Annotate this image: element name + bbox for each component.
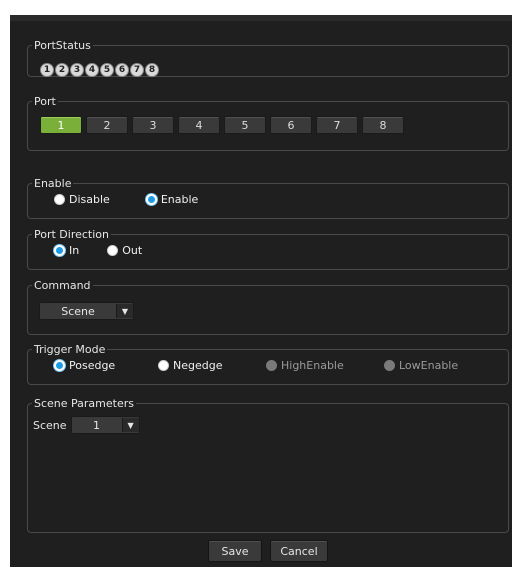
port-direction-option-out-label: Out	[122, 244, 143, 257]
trigger-mode-option-posedge[interactable]: Posedge	[54, 359, 158, 372]
port-button-2[interactable]: 2	[86, 116, 128, 134]
enable-options: Disable Enable	[54, 193, 198, 206]
save-button[interactable]: Save	[208, 540, 262, 562]
port-status-badges: 1 2 3 4 5 6 7 8	[40, 63, 159, 77]
port-direction-legend: Port Direction	[34, 228, 109, 241]
trigger-mode-option-negedge-label: Negedge	[173, 359, 223, 372]
command-select-box[interactable]: Scene ▼	[39, 302, 134, 320]
radio-unchecked-icon	[107, 245, 119, 256]
trigger-mode-group: Trigger Mode Posedge Negedge HighEnable …	[27, 343, 509, 385]
enable-option-enable[interactable]: Enable	[145, 193, 199, 206]
port-button-6[interactable]: 6	[270, 116, 312, 134]
port-status-badge-7: 7	[130, 63, 144, 77]
trigger-mode-option-posedge-label: Posedge	[69, 359, 116, 372]
port-status-badge-4: 4	[85, 63, 99, 77]
command-group: Command Scene ▼	[27, 279, 509, 335]
port-status-badge-6: 6	[115, 63, 129, 77]
command-legend: Command	[34, 279, 91, 292]
port-group: Port 1 2 3 4 5 6 7 8	[27, 95, 509, 151]
radio-checked-icon	[145, 194, 157, 205]
port-button-8[interactable]: 8	[362, 116, 404, 134]
scene-parameters-group: Scene Parameters Scene 1 ▼	[27, 397, 509, 533]
trigger-mode-option-lowenable: LowEnable	[384, 359, 458, 372]
port-button-1[interactable]: 1	[40, 116, 82, 134]
radio-unchecked-icon	[54, 194, 65, 205]
port-direction-group: Port Direction In Out	[27, 228, 509, 270]
port-direction-option-in[interactable]: In	[54, 244, 79, 257]
port-button-3[interactable]: 3	[132, 116, 174, 134]
radio-disabled-icon	[384, 360, 395, 371]
port-status-badge-5: 5	[100, 63, 114, 77]
radio-unchecked-icon	[158, 360, 169, 371]
port-button-5[interactable]: 5	[224, 116, 266, 134]
trigger-mode-option-lowenable-label: LowEnable	[399, 359, 459, 372]
port-status-badge-1: 1	[40, 63, 54, 77]
radio-checked-icon	[54, 360, 65, 371]
port-button-4[interactable]: 4	[178, 116, 220, 134]
trigger-mode-option-highenable: HighEnable	[266, 359, 384, 372]
port-config-panel: PortStatus 1 2 3 4 5 6 7 8 Port 1 2 3 4 …	[10, 15, 512, 567]
port-button-7[interactable]: 7	[316, 116, 358, 134]
command-select[interactable]: Scene ▼	[39, 302, 134, 320]
trigger-mode-legend: Trigger Mode	[34, 343, 106, 356]
chevron-down-icon[interactable]: ▼	[121, 418, 139, 432]
scene-row: Scene 1 ▼	[33, 416, 140, 434]
radio-disabled-icon	[266, 360, 277, 371]
radio-checked-icon	[54, 245, 65, 256]
port-status-badge-3: 3	[70, 63, 84, 77]
cancel-button[interactable]: Cancel	[270, 540, 328, 562]
command-select-value: Scene	[61, 304, 95, 318]
port-direction-options: In Out	[54, 244, 142, 257]
scene-parameters-legend: Scene Parameters	[34, 397, 134, 410]
trigger-mode-options: Posedge Negedge HighEnable LowEnable	[54, 359, 458, 372]
port-status-badge-2: 2	[55, 63, 69, 77]
port-buttons: 1 2 3 4 5 6 7 8	[40, 116, 404, 134]
port-direction-option-out[interactable]: Out	[107, 244, 142, 257]
port-legend: Port	[34, 95, 56, 108]
trigger-mode-option-negedge[interactable]: Negedge	[158, 359, 266, 372]
port-status-group: PortStatus 1 2 3 4 5 6 7 8	[27, 39, 509, 77]
trigger-mode-option-highenable-label: HighEnable	[281, 359, 344, 372]
enable-option-enable-label: Enable	[160, 193, 199, 206]
enable-option-disable[interactable]: Disable	[54, 193, 110, 206]
enable-legend: Enable	[34, 177, 72, 190]
scene-label: Scene	[33, 418, 67, 432]
enable-option-disable-label: Disable	[69, 193, 110, 206]
port-status-badge-8: 8	[145, 63, 159, 77]
port-direction-option-in-label: In	[69, 244, 80, 257]
port-status-legend: PortStatus	[34, 39, 91, 52]
scene-select[interactable]: 1 ▼	[70, 416, 140, 434]
chevron-down-icon[interactable]: ▼	[116, 304, 133, 318]
scene-select-value: 1	[93, 418, 101, 432]
enable-group: Enable Disable Enable	[27, 177, 509, 219]
